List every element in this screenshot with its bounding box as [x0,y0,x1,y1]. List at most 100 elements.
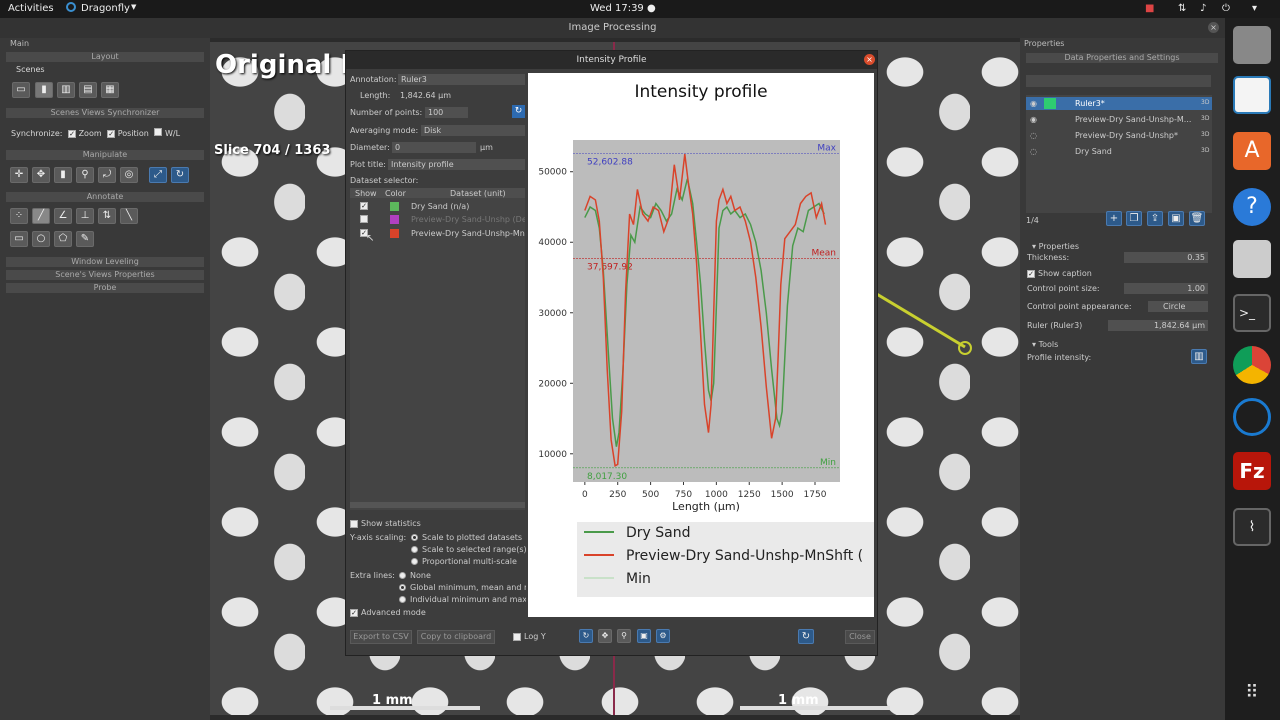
eye-icon[interactable]: ◉ [1030,115,1037,124]
rotate-icon[interactable]: ⤾ [98,167,116,183]
files-icon[interactable] [1233,26,1271,64]
dataset-3-color-swatch[interactable] [390,229,399,238]
dragonfly-icon[interactable] [1233,398,1271,436]
averaging-select[interactable]: Disk [421,125,525,136]
points-icon[interactable]: ⁘ [10,208,28,224]
fit-icon[interactable]: ⤢ [149,167,167,183]
rectangle-icon[interactable]: ▭ [10,231,28,247]
clock[interactable]: Wed 17:39 ● [590,3,656,14]
menu-chevron-icon[interactable]: ▾ [1252,3,1257,14]
dataset-3-name[interactable]: Preview-Dry Sand-Unshp-MnS [411,229,525,238]
arrows-icon[interactable]: ⇅ [98,208,116,224]
section-annotate[interactable]: Annotate [6,192,204,202]
line-icon[interactable]: ╲ [120,208,138,224]
extra-individual-radio[interactable] [399,596,406,603]
log-y-checkbox[interactable] [513,633,521,641]
plot-title-input[interactable]: Intensity profile [388,159,525,170]
system-monitor-icon[interactable]: ⌇ [1233,508,1271,546]
section-manipulate[interactable]: Manipulate [6,150,204,160]
advanced-mode-checkbox[interactable]: ✓ [350,609,358,617]
layout-three-icon[interactable]: ▥ [57,82,75,98]
section-probe[interactable]: Probe [6,283,204,293]
dataset-1-name[interactable]: Dry Sand (n/a) [411,202,469,211]
show-statistics-checkbox[interactable] [350,520,358,528]
section-window-leveling[interactable]: Window Leveling [6,257,204,267]
extra-none-radio[interactable] [399,572,406,579]
y-scale-selected-radio[interactable] [411,546,418,553]
close-button[interactable]: Close [845,630,875,644]
diameter-input[interactable]: 0 [392,142,476,153]
app-grid-icon[interactable]: ⠿ [1233,674,1271,712]
camera-icon[interactable] [1233,240,1271,278]
dataset-1-color-swatch[interactable] [390,202,399,211]
sync-position-checkbox[interactable]: ✓ [107,130,116,138]
refresh-points-icon[interactable]: ↻ [512,105,525,118]
section-views-properties[interactable]: Scene's Views Properties [6,270,204,280]
cp-size-input[interactable]: 1.00 [1124,283,1208,294]
section-sync[interactable]: Scenes Views Synchronizer [6,108,204,118]
caliper-icon[interactable]: ⊥ [76,208,94,224]
new-dataset-icon[interactable]: + [1106,211,1122,226]
sync-wl-checkbox[interactable] [154,128,163,136]
save-dataset-icon[interactable]: ▣ [1168,211,1184,226]
move-icon[interactable]: ✥ [32,167,50,183]
refresh-icon[interactable]: ↻ [798,629,814,644]
properties-header[interactable]: ▾ Properties [1032,242,1079,251]
sync-zoom-checkbox[interactable]: ✓ [68,130,77,138]
network-icon[interactable]: ⇅ [1178,3,1186,14]
dataset-row-4-name[interactable]: Dry Sand [1075,147,1112,156]
save-plot-icon[interactable]: ▣ [637,629,651,643]
eye-hidden-icon[interactable]: ◌ [1030,131,1037,140]
ruler-icon[interactable]: ╱ [32,208,50,224]
ellipse-icon[interactable]: ○ [32,231,50,247]
app-menu[interactable]: Dragonfly [81,3,130,14]
dataset-row-1-name[interactable]: Ruler3* [1075,99,1105,108]
layout-single-icon[interactable]: ▭ [12,82,30,98]
volume-icon[interactable]: ♪ [1200,3,1206,14]
dataset-2-color-swatch[interactable] [390,215,399,224]
window-close-icon[interactable]: × [1208,22,1219,33]
y-scale-plotted-radio[interactable] [411,534,418,541]
zoom-plot-icon[interactable]: ⚲ [617,629,631,643]
extra-global-radio[interactable] [399,584,406,591]
delete-dataset-icon[interactable]: 🗑 [1189,211,1205,226]
dataset-row-3-name[interactable]: Preview-Dry Sand-Unshp* [1075,131,1178,140]
zoom-icon[interactable]: ⚲ [76,167,94,183]
eye-hidden-icon[interactable]: ◌ [1030,147,1037,156]
record-icon[interactable]: ■ [1145,3,1154,14]
export-dataset-icon[interactable]: ⇪ [1147,211,1163,226]
reset-plot-icon[interactable]: ↻ [579,629,593,643]
points-input[interactable]: 100 [425,107,468,118]
angle-icon[interactable]: ∠ [54,208,72,224]
dataset-2-show-checkbox[interactable] [360,215,368,223]
y-scale-proportional-radio[interactable] [411,558,418,565]
layout-grid-icon[interactable]: ▦ [101,82,119,98]
dataset-row-2-name[interactable]: Preview-Dry Sand-Unshp-M... [1075,115,1191,124]
reset-view-icon[interactable]: ↻ [171,167,189,183]
copy-clipboard-button[interactable]: Copy to clipboard [417,630,495,644]
dataset-1-show-checkbox[interactable]: ✓ [360,202,368,210]
layout-two-icon[interactable]: ▮ [35,82,53,98]
annotation-select[interactable]: Ruler3 [398,74,525,85]
dialog-close-icon[interactable]: × [864,54,875,65]
terminal-icon[interactable]: >_ [1233,294,1271,332]
export-csv-button[interactable]: Export to CSV [350,630,412,644]
software-center-icon[interactable]: A [1233,132,1271,170]
power-icon[interactable]: ⏻ [1222,3,1230,14]
tools-header[interactable]: ▾ Tools [1032,340,1058,349]
dataset-2-name[interactable]: Preview-Dry Sand-Unshp (De [411,215,525,224]
freehand-icon[interactable]: ✎ [76,231,94,247]
help-icon[interactable]: ? [1233,188,1271,226]
intensity-chart[interactable]: Intensity profile Max52,602.88Mean37,697… [528,73,874,617]
cp-appearance-select[interactable]: Circle [1148,301,1208,312]
target-icon[interactable]: ◎ [120,167,138,183]
ruler-annotation[interactable] [860,282,990,362]
copy-dataset-icon[interactable]: ❐ [1126,211,1142,226]
filezilla-icon[interactable]: Fz [1233,452,1271,490]
pan-icon[interactable]: ✛ [10,167,28,183]
eye-icon[interactable]: ◉ [1030,99,1037,108]
data-properties-section[interactable]: Data Properties and Settings [1026,53,1218,63]
section-layout[interactable]: Layout [6,52,204,62]
activities-button[interactable]: Activities [8,3,54,14]
profile-intensity-icon[interactable]: ▥ [1191,349,1207,364]
